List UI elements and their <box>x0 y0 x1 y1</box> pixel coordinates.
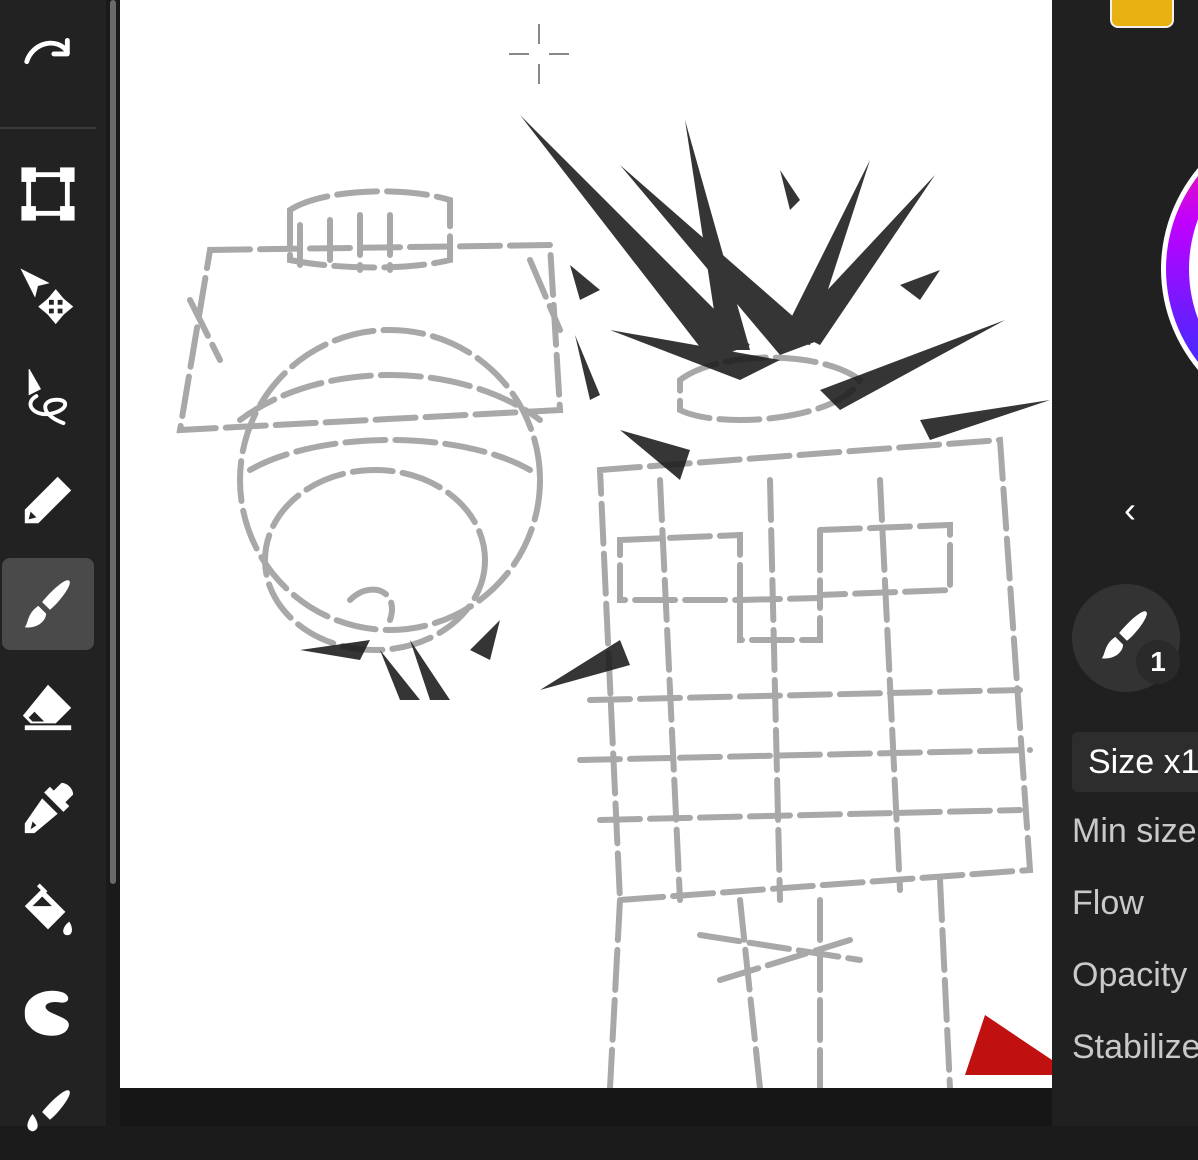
drawing-canvas[interactable] <box>120 0 1052 1088</box>
transform-tool-button[interactable] <box>2 148 94 240</box>
flow-setting[interactable]: Flow <box>1072 884 1144 923</box>
brush-settings-panel: ‹ 1 Size x1 Min size Flow Opacity Stabil… <box>1052 0 1198 1126</box>
eyedropper-tool-button[interactable] <box>2 762 94 854</box>
stabilizer-setting[interactable]: Stabilize <box>1072 1028 1198 1067</box>
lasso-icon <box>28 369 68 426</box>
redo-icon <box>24 37 70 65</box>
toolbar-scrollbar-thumb[interactable] <box>110 0 116 884</box>
eraser-tool-button[interactable] <box>2 660 94 752</box>
canvas-bottom-bar <box>120 1088 1052 1126</box>
toolbar-scrollbar[interactable] <box>106 0 120 1126</box>
brush-tool-button[interactable] <box>2 558 94 650</box>
fill-tool-button[interactable] <box>2 864 94 956</box>
hair-spikes <box>300 115 1050 700</box>
pencil-icon <box>24 476 72 524</box>
eyedropper-icon <box>24 782 74 834</box>
tool-sidebar <box>0 0 106 1132</box>
min-size-setting[interactable]: Min size <box>1072 812 1197 851</box>
brush-number-badge: 1 <box>1136 640 1180 684</box>
pencil-tool-button[interactable] <box>2 454 94 546</box>
redo-button[interactable] <box>2 6 94 98</box>
eraser-icon <box>22 684 72 731</box>
blur-tool-button[interactable] <box>2 1068 94 1160</box>
toolbar-divider <box>0 127 96 129</box>
move-tool-button[interactable] <box>2 250 94 342</box>
move-icon <box>20 268 74 325</box>
lasso-tool-button[interactable] <box>2 352 94 444</box>
sketch-artwork <box>176 24 1052 1088</box>
fill-bucket-icon <box>24 883 72 936</box>
transform-icon <box>21 167 75 221</box>
collapse-panel-button[interactable]: ‹ <box>1108 488 1152 532</box>
brush-icon <box>24 580 70 628</box>
blur-brush-icon <box>27 1090 70 1132</box>
size-setting[interactable]: Size x1 <box>1072 732 1198 792</box>
smudge-icon <box>24 990 69 1036</box>
red-mark <box>965 1015 1052 1075</box>
color-wheel[interactable] <box>1156 104 1198 434</box>
chevron-left-icon: ‹ <box>1124 489 1136 530</box>
smudge-tool-button[interactable] <box>2 966 94 1058</box>
current-color-swatch[interactable] <box>1110 0 1174 28</box>
crosshair-cursor <box>509 24 569 84</box>
opacity-setting[interactable]: Opacity <box>1072 956 1187 995</box>
